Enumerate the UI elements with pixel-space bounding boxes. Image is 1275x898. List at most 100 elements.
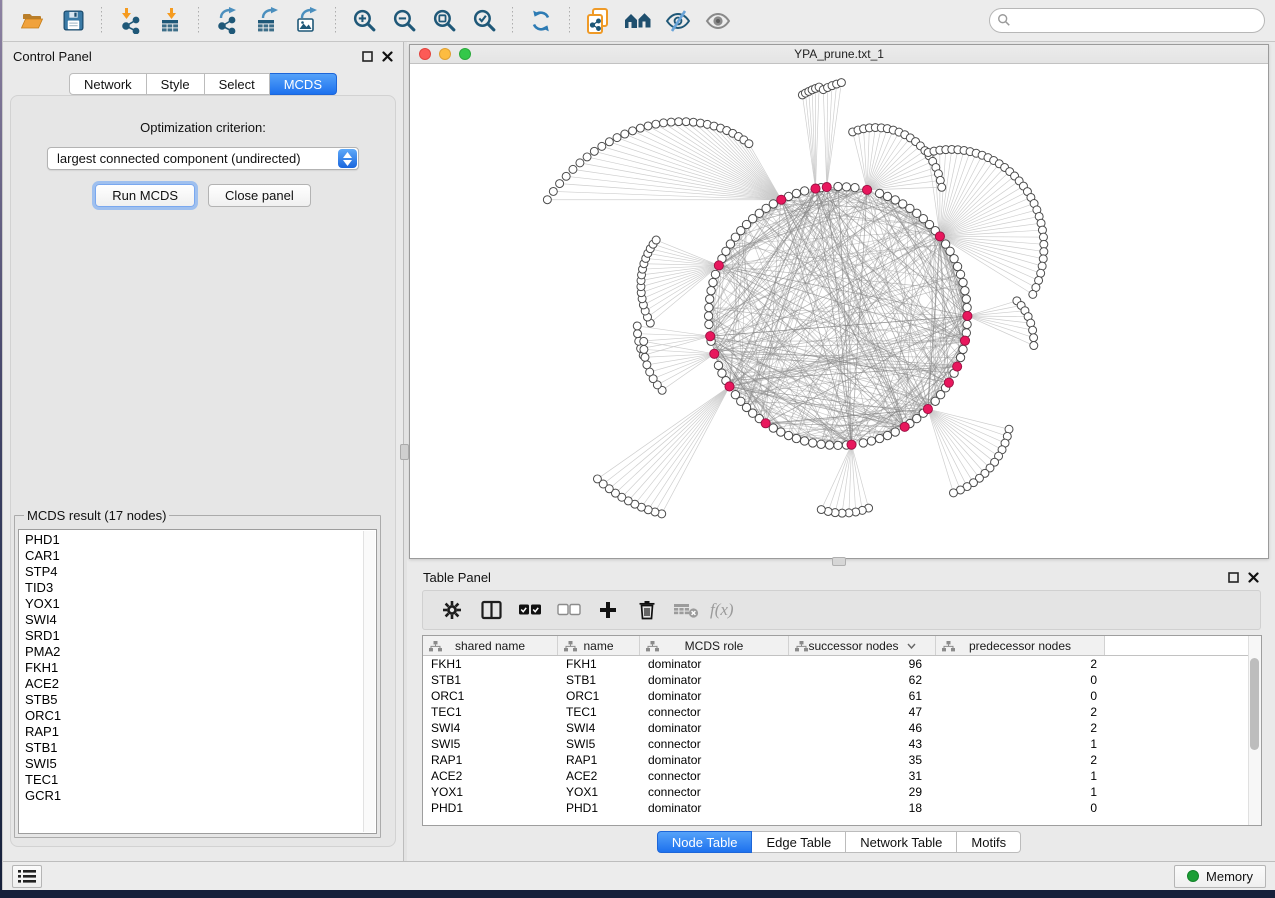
network-node[interactable] xyxy=(769,200,777,208)
network-node[interactable] xyxy=(931,397,939,405)
table-cell[interactable]: STB1 xyxy=(423,672,558,688)
table-cell[interactable]: 18 xyxy=(789,800,936,816)
network-node[interactable] xyxy=(718,369,726,377)
network-node[interactable] xyxy=(875,434,883,442)
network-node[interactable] xyxy=(1029,326,1037,334)
network-node[interactable] xyxy=(640,337,648,345)
network-edge[interactable] xyxy=(641,386,729,507)
table-cell[interactable]: TEC1 xyxy=(558,704,640,720)
network-node[interactable] xyxy=(891,428,899,436)
network-hub-node[interactable] xyxy=(847,440,856,449)
network-edge[interactable] xyxy=(802,95,815,189)
table-cell[interactable]: 31 xyxy=(789,768,936,784)
network-node[interactable] xyxy=(963,320,971,328)
open-file-button[interactable] xyxy=(16,4,50,38)
save-session-button[interactable] xyxy=(56,4,90,38)
network-node[interactable] xyxy=(1040,248,1048,256)
table-cell[interactable]: SWI5 xyxy=(423,736,558,752)
table-cell[interactable]: 2 xyxy=(936,720,1105,736)
list-scrollbar-track[interactable] xyxy=(363,531,375,832)
mcds-result-item[interactable]: ORC1 xyxy=(25,708,362,724)
network-node[interactable] xyxy=(851,183,859,191)
mcds-result-item[interactable]: PHD1 xyxy=(25,532,362,548)
network-edge[interactable] xyxy=(828,445,851,512)
network-node[interactable] xyxy=(745,140,753,148)
tab-select[interactable]: Select xyxy=(205,73,270,95)
mcds-result-item[interactable]: RAP1 xyxy=(25,724,362,740)
network-node[interactable] xyxy=(629,127,637,135)
network-from-selection-button[interactable] xyxy=(581,4,615,38)
function-builder-button[interactable]: f(x) xyxy=(710,600,734,620)
network-hub-node[interactable] xyxy=(811,184,820,193)
network-node[interactable] xyxy=(707,287,715,295)
table-cell[interactable]: PHD1 xyxy=(423,800,558,816)
network-node[interactable] xyxy=(543,196,551,204)
table-cell[interactable]: dominator xyxy=(640,672,789,688)
table-cell[interactable]: YOX1 xyxy=(558,784,640,800)
mcds-result-item[interactable]: TEC1 xyxy=(25,772,362,788)
table-cell[interactable]: dominator xyxy=(640,752,789,768)
mcds-result-item[interactable]: ACE2 xyxy=(25,676,362,692)
close-panel-icon[interactable] xyxy=(382,51,393,62)
network-canvas[interactable] xyxy=(410,64,1268,558)
network-node[interactable] xyxy=(953,262,961,270)
network-edge[interactable] xyxy=(721,128,782,200)
network-node[interactable] xyxy=(817,506,825,514)
network-edge[interactable] xyxy=(609,386,729,488)
network-hub-node[interactable] xyxy=(725,382,734,391)
network-node[interactable] xyxy=(705,320,713,328)
network-edge[interactable] xyxy=(940,186,1024,236)
network-edge[interactable] xyxy=(967,316,1032,330)
network-node[interactable] xyxy=(598,142,606,150)
network-hub-node[interactable] xyxy=(963,311,972,320)
network-edge[interactable] xyxy=(827,83,842,188)
network-hub-node[interactable] xyxy=(714,261,723,270)
splitter-grip[interactable] xyxy=(832,557,846,566)
table-cell[interactable]: SWI4 xyxy=(558,720,640,736)
table-cell[interactable]: SWI4 xyxy=(423,720,558,736)
network-window-titlebar[interactable]: YPA_prune.txt_1 xyxy=(410,45,1268,64)
network-node[interactable] xyxy=(1030,334,1038,342)
table-row[interactable]: RAP1RAP1dominator352 xyxy=(423,752,1261,768)
search-input[interactable] xyxy=(989,8,1265,33)
network-hub-node[interactable] xyxy=(900,422,909,431)
network-edge[interactable] xyxy=(597,386,729,478)
select-all-button[interactable] xyxy=(515,595,545,625)
network-hub-node[interactable] xyxy=(923,404,932,413)
network-node[interactable] xyxy=(1029,290,1037,298)
network-node[interactable] xyxy=(621,130,629,138)
table-settings-button[interactable] xyxy=(437,595,467,625)
mcds-result-item[interactable]: SWI5 xyxy=(25,756,362,772)
network-edge[interactable] xyxy=(710,316,967,336)
refresh-button[interactable] xyxy=(524,4,558,38)
network-edge[interactable] xyxy=(622,386,730,497)
network-node[interactable] xyxy=(867,437,875,445)
delete-table-button[interactable] xyxy=(671,595,701,625)
import-table-button[interactable] xyxy=(153,4,187,38)
mcds-result-item[interactable]: CAR1 xyxy=(25,548,362,564)
tab-mcds[interactable]: MCDS xyxy=(270,73,337,95)
network-node[interactable] xyxy=(562,172,570,180)
table-cell[interactable]: 96 xyxy=(789,656,936,672)
network-node[interactable] xyxy=(613,134,621,142)
table-row[interactable]: ORC1ORC1dominator610 xyxy=(423,688,1261,704)
mcds-result-item[interactable]: PMA2 xyxy=(25,644,362,660)
network-node[interactable] xyxy=(817,440,825,448)
table-cell[interactable]: 0 xyxy=(936,688,1105,704)
first-neighbors-button[interactable] xyxy=(621,4,655,38)
table-cell[interactable]: TEC1 xyxy=(423,704,558,720)
tab-motifs[interactable]: Motifs xyxy=(957,831,1021,853)
network-edge[interactable] xyxy=(722,259,852,445)
network-hub-node[interactable] xyxy=(935,232,944,241)
network-node[interactable] xyxy=(963,303,971,311)
splitter-grip[interactable] xyxy=(400,444,409,460)
network-edge[interactable] xyxy=(867,146,920,190)
mcds-result-item[interactable]: SWI4 xyxy=(25,612,362,628)
network-node[interactable] xyxy=(1030,342,1038,350)
network-edge[interactable] xyxy=(928,409,1002,450)
network-edge[interactable] xyxy=(655,386,730,512)
table-cell[interactable]: connector xyxy=(640,784,789,800)
table-cell[interactable]: 43 xyxy=(789,736,936,752)
table-scrollbar-thumb[interactable] xyxy=(1250,658,1259,750)
table-cell[interactable]: SWI5 xyxy=(558,736,640,752)
